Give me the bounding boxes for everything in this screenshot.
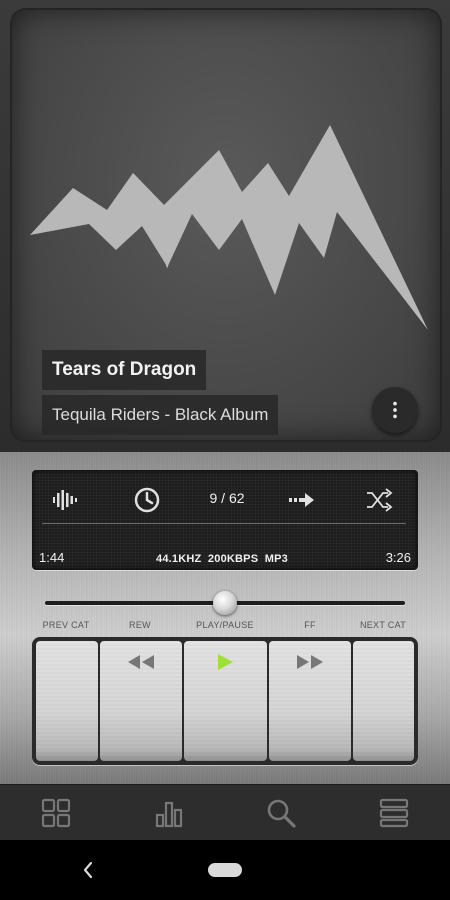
next-cat-label: NEXT CAT — [359, 620, 407, 630]
album-art-frame: Tears of Dragon Tequila Riders - Black A… — [0, 0, 450, 452]
track-title: Tears of Dragon — [42, 350, 207, 390]
nav-charts-button[interactable] — [113, 785, 226, 840]
shuffle-button[interactable] — [363, 484, 395, 516]
nav-library-button[interactable] — [0, 785, 113, 840]
total-time: 3:26 — [385, 550, 411, 565]
sleep-timer-icon — [134, 487, 160, 513]
seek-handle[interactable] — [213, 591, 237, 615]
prev-cat-label: PREV CAT — [42, 620, 90, 630]
album-art[interactable]: Tears of Dragon Tequila Riders - Black A… — [12, 10, 440, 440]
fast-forward-button[interactable] — [268, 641, 352, 761]
nav-search-button[interactable] — [225, 785, 338, 840]
display-divider — [42, 523, 406, 524]
grid-icon — [42, 798, 71, 827]
back-icon[interactable] — [76, 858, 100, 882]
track-position: 9 / 62 — [209, 490, 245, 506]
search-icon — [267, 799, 296, 828]
bar-chart-icon — [155, 801, 182, 827]
equalizer-button[interactable] — [50, 484, 82, 516]
sleep-timer-button[interactable] — [131, 484, 163, 516]
rewind-button[interactable] — [99, 641, 183, 761]
equalizer-icon — [53, 490, 77, 510]
repeat-icon — [289, 493, 314, 507]
elapsed-time: 1:44 — [39, 550, 65, 565]
play-icon — [218, 654, 234, 670]
more-vert-icon — [393, 401, 397, 419]
list-icon — [379, 798, 408, 827]
transport-keys — [32, 637, 418, 765]
play-pause-label: PLAY/PAUSE — [196, 620, 254, 630]
audio-format-info: 44.1KHZ 200KBPS MP3 — [156, 553, 288, 565]
more-options-button[interactable] — [372, 387, 418, 433]
fast-forward-icon — [297, 655, 324, 669]
home-pill[interactable] — [208, 863, 242, 877]
ff-label: FF — [304, 620, 316, 630]
shuffle-icon — [367, 488, 393, 512]
rewind-icon — [127, 655, 154, 669]
track-artist-album: Tequila Riders - Black Album — [42, 395, 279, 435]
system-navigation-bar — [0, 840, 450, 900]
next-cat-button[interactable] — [353, 641, 414, 761]
repeat-button[interactable] — [286, 484, 318, 516]
rew-label: REW — [129, 620, 151, 630]
play-pause-button[interactable] — [184, 641, 267, 761]
bottom-navigation — [0, 784, 450, 840]
status-display: 9 / 62 1:44 44.1KHZ 200KBPS MP3 3:26 — [32, 470, 418, 570]
nav-playlist-button[interactable] — [338, 785, 450, 840]
prev-cat-button[interactable] — [36, 641, 98, 761]
music-player-screen: Tears of Dragon Tequila Riders - Black A… — [0, 0, 450, 900]
control-panel: 9 / 62 1:44 44.1KHZ 200KBPS MP3 3:26 PRE… — [0, 452, 450, 784]
